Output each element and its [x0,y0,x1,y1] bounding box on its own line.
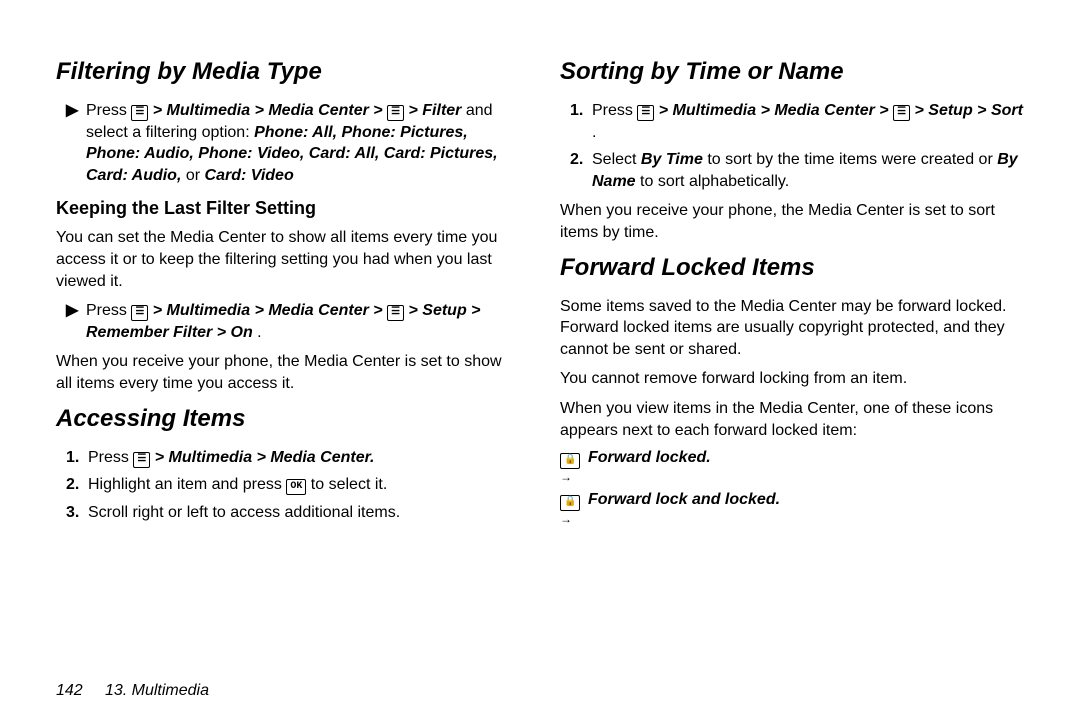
arrow-icon: → [560,512,572,526]
step-number: 3. [66,502,88,524]
step-text: Highlight an item and press OK to select… [88,474,520,496]
heading-forward-locked: Forward Locked Items [560,254,1024,282]
bullet-icon: ▶ [66,300,86,322]
bullet-icon: ▶ [66,100,86,122]
text: Press [88,449,133,466]
access-step-2: 2. Highlight an item and press OK to sel… [66,474,520,496]
text: or [186,167,205,184]
menu-key-icon: ☰ [637,105,654,121]
step-text: Press ☰ > Multimedia > Media Center. [88,447,520,469]
menu-key-icon: ☰ [387,105,404,121]
heading-keeping-filter: Keeping the Last Filter Setting [56,198,520,219]
forward-locked-icon: 🔒→ [560,449,588,487]
step-text: Press ☰ > Multimedia > Media Center > ☰ … [592,100,1024,143]
step-number: 2. [66,474,88,496]
fwd-p3: When you view items in the Media Center,… [560,398,1024,441]
text: . [592,124,596,141]
fwd-icon-row-1: 🔒→ Forward locked. [560,449,1024,487]
menu-key-icon: ☰ [893,105,910,121]
page-number: 142 [56,682,83,699]
text: Select [592,151,641,168]
step-number: 1. [570,100,592,122]
sort-step-2: 2. Select By Time to sort by the time it… [570,149,1024,192]
nav-path: > Multimedia > Media Center > [659,102,893,119]
keep-step-text: Press ☰ > Multimedia > Media Center > ☰ … [86,300,520,343]
keep-after: When you receive your phone, the Media C… [56,351,520,394]
text: Press [86,302,131,319]
text: Highlight an item and press [88,476,286,493]
keep-body: You can set the Media Center to show all… [56,227,520,292]
fwd-icon-label-1: Forward locked. [588,449,1024,467]
sort-after: When you receive your phone, the Media C… [560,200,1024,243]
menu-key-icon: ☰ [133,452,150,468]
nav-path: > Setup > Sort [914,102,1022,119]
fwd-p2: You cannot remove forward locking from a… [560,368,1024,390]
menu-key-icon: ☰ [131,305,148,321]
text: to sort alphabetically. [640,173,789,190]
keep-step: ▶ Press ☰ > Multimedia > Media Center > … [66,300,520,343]
manual-page: Filtering by Media Type ▶ Press ☰ > Mult… [0,0,1080,720]
step-text: Select By Time to sort by the time items… [592,149,1024,192]
chapter-label: 13. Multimedia [105,682,209,699]
heading-sorting: Sorting by Time or Name [560,58,1024,86]
step-number: 1. [66,447,88,469]
page-footer: 142 13. Multimedia [56,682,209,700]
lock-icon: 🔒 [560,453,580,469]
text: . [257,324,261,341]
filter-step: ▶ Press ☰ > Multimedia > Media Center > … [66,100,520,186]
lock-icon: 🔒 [560,495,580,511]
sort-step-1: 1. Press ☰ > Multimedia > Media Center >… [570,100,1024,143]
menu-key-icon: ☰ [387,305,404,321]
by-time: By Time [641,151,703,168]
access-step-1: 1. Press ☰ > Multimedia > Media Center. [66,447,520,469]
text: to sort by the time items were created o… [707,151,997,168]
filter-step-text: Press ☰ > Multimedia > Media Center > ☰ … [86,100,520,186]
arrow-icon: → [560,470,572,484]
ok-key-icon: OK [286,479,306,495]
forward-lock-and-locked-icon: 🔒→ [560,491,588,529]
nav-path: > Multimedia > Media Center. [155,449,375,466]
fwd-icon-row-2: 🔒→ Forward lock and locked. [560,491,1024,529]
menu-key-icon: ☰ [131,105,148,121]
text: Press [592,102,637,119]
heading-filtering: Filtering by Media Type [56,58,520,86]
filter-last-option: Card: Video [205,167,294,184]
text: to select it. [311,476,387,493]
nav-path: > Multimedia > Media Center > [153,302,387,319]
step-text: Scroll right or left to access additiona… [88,502,520,524]
text: Press [86,102,131,119]
step-number: 2. [570,149,592,171]
fwd-p1: Some items saved to the Media Center may… [560,296,1024,361]
access-step-3: 3. Scroll right or left to access additi… [66,502,520,524]
heading-accessing: Accessing Items [56,405,520,433]
nav-path: > Multimedia > Media Center > [153,102,387,119]
nav-path-end: > Filter [408,102,461,119]
fwd-icon-label-2: Forward lock and locked. [588,491,1024,509]
